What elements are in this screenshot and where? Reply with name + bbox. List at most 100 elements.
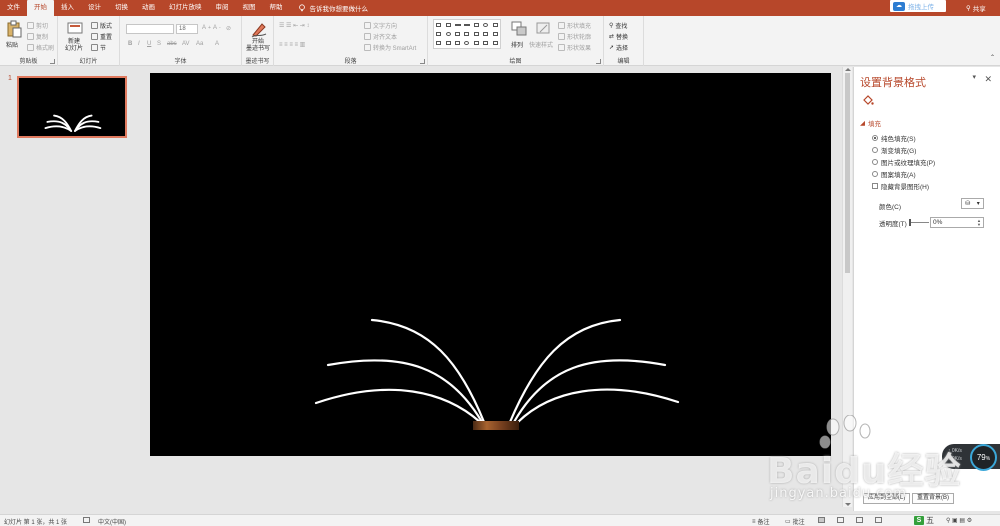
wooden-base xyxy=(473,421,519,430)
tab-home[interactable]: 开始 xyxy=(27,0,54,16)
find-button[interactable]: ⚲ 查找 xyxy=(609,21,627,30)
start-inking-button[interactable]: 开始 墨迹书写 xyxy=(246,39,270,53)
clear-format-icon[interactable]: ⊘ xyxy=(226,25,231,32)
triangle-down-icon: ◢ xyxy=(860,120,865,127)
language-indicator[interactable]: 中文(中国) xyxy=(98,517,126,526)
reset-button[interactable]: 重置 xyxy=(91,32,112,41)
transparency-slider-knob[interactable] xyxy=(909,219,911,226)
option-solid-fill[interactable]: 纯色填充(S) xyxy=(872,133,916,143)
radio-picture[interactable] xyxy=(872,159,878,165)
bold-button[interactable]: B xyxy=(128,41,132,47)
fill-bucket-icon[interactable] xyxy=(862,94,874,106)
underline-button[interactable]: U xyxy=(147,41,151,47)
pane-options-icon[interactable]: ▾ xyxy=(972,73,976,81)
grow-font-button[interactable]: A + A- xyxy=(202,25,221,31)
cursor-icon: ➚ xyxy=(609,45,615,51)
bullets-icon[interactable]: ☰ ☰ ⇤ ⇥ ↕ xyxy=(279,22,309,29)
ime-tray-icons[interactable]: ⚲ ▣ ▤ ⚙ xyxy=(946,517,972,524)
layout-button[interactable]: 版式 xyxy=(91,21,112,30)
text-direction-button[interactable]: 文字方向 xyxy=(364,21,397,30)
reading-view-icon[interactable] xyxy=(856,517,863,523)
comments-button[interactable]: ▭ 批注 xyxy=(785,517,805,526)
paste-button[interactable]: 粘贴 xyxy=(6,40,18,49)
cut-button[interactable]: 剪切 xyxy=(27,21,48,30)
italic-button[interactable]: I xyxy=(138,41,140,47)
tab-design[interactable]: 设计 xyxy=(81,0,108,16)
drag-upload-button[interactable]: ☁ 拖拽上传 xyxy=(890,0,946,12)
align-text-icon xyxy=(364,33,371,40)
layout-icon xyxy=(91,22,98,29)
search-icon: ⚲ xyxy=(609,23,614,29)
font-group: 18 A + A- ⊘ B I U S abc AV Aa A 字体 xyxy=(120,16,242,66)
share-button[interactable]: ⚲ 共享 xyxy=(966,3,986,13)
align-text-button[interactable]: 对齐文本 xyxy=(364,32,397,41)
thumbnail-lines xyxy=(44,114,102,132)
radio-solid[interactable] xyxy=(872,135,878,141)
font-size-field[interactable]: 18 xyxy=(176,24,198,34)
sogou-ime-icon[interactable]: S五 xyxy=(914,515,934,526)
select-button[interactable]: ➚ 选择 xyxy=(609,43,628,52)
quick-styles-button[interactable]: 快速样式 xyxy=(529,40,553,49)
radio-pattern[interactable] xyxy=(872,171,878,177)
tell-me-search[interactable]: 告诉我你想要做什么 xyxy=(298,3,368,13)
tab-slideshow[interactable]: 幻灯片放映 xyxy=(162,0,209,16)
slide-sorter-icon[interactable] xyxy=(837,517,844,523)
scroll-thumb[interactable] xyxy=(845,73,850,273)
font-color-button[interactable]: A xyxy=(215,41,219,47)
option-gradient-fill[interactable]: 渐变填充(G) xyxy=(872,145,916,155)
tab-insert[interactable]: 插入 xyxy=(54,0,81,16)
color-picker-button[interactable]: ⛁ ▾ xyxy=(961,198,984,209)
new-slide-icon xyxy=(67,22,83,34)
transparency-input[interactable]: 0% ▲ ▼ xyxy=(930,217,984,228)
normal-view-icon[interactable] xyxy=(818,517,825,523)
tab-help[interactable]: 帮助 xyxy=(263,0,290,16)
section-button[interactable]: 节 xyxy=(91,43,106,52)
new-slide-button[interactable]: 新建 幻灯片 xyxy=(65,39,83,53)
paragraph-launcher[interactable] xyxy=(420,59,425,64)
scroll-down-icon[interactable] xyxy=(845,503,851,506)
slideshow-view-icon[interactable] xyxy=(875,517,882,523)
clipboard-launcher[interactable] xyxy=(50,59,55,64)
accessibility-icon[interactable] xyxy=(83,517,90,523)
shape-effects-button[interactable]: 形状效果 xyxy=(558,43,591,52)
notes-button[interactable]: ≡ 备注 xyxy=(752,517,770,526)
font-name-field[interactable] xyxy=(126,24,174,34)
reset-background-button[interactable]: 重置背景(B) xyxy=(912,493,954,504)
change-case-button[interactable]: Aa xyxy=(196,41,203,47)
option-picture-fill[interactable]: 图片或纹理填充(P) xyxy=(872,157,935,167)
close-icon[interactable]: ✕ xyxy=(984,74,992,85)
slide-thumbnail[interactable] xyxy=(17,76,127,138)
cloud-icon: ☁ xyxy=(893,1,905,11)
smartart-button[interactable]: 转换为 SmartArt xyxy=(364,43,416,52)
vertical-scrollbar[interactable] xyxy=(842,67,852,507)
slide-canvas[interactable] xyxy=(150,73,831,456)
shape-outline-button[interactable]: 形状轮廓 xyxy=(558,32,591,41)
checkbox-hide[interactable] xyxy=(872,183,878,189)
scroll-up-icon[interactable] xyxy=(845,68,851,71)
shadow-button[interactable]: S xyxy=(157,41,161,47)
shapes-gallery[interactable] xyxy=(433,19,501,49)
shape-fill-button[interactable]: 形状填充 xyxy=(558,21,591,30)
radio-gradient[interactable] xyxy=(872,147,878,153)
arrange-button[interactable]: 排列 xyxy=(511,40,523,49)
tab-animations[interactable]: 动画 xyxy=(135,0,162,16)
align-icons[interactable]: ≡ ≡ ≡ ≡ ▥ xyxy=(279,41,305,48)
strike-button[interactable]: abc xyxy=(167,41,177,47)
spacing-button[interactable]: AV xyxy=(182,41,190,47)
slide-artwork xyxy=(314,318,680,430)
option-hide-background[interactable]: 隐藏背景图形(H) xyxy=(872,181,929,191)
ink-group: 开始 墨迹书写 墨迹书写 xyxy=(242,16,274,66)
transparency-slider[interactable] xyxy=(911,222,929,223)
drawing-launcher[interactable] xyxy=(596,59,601,64)
option-pattern-fill[interactable]: 图案填充(A) xyxy=(872,169,916,179)
fill-section-header[interactable]: ◢ 填充 xyxy=(860,118,881,128)
replace-button[interactable]: ⇄ 替换 xyxy=(609,32,628,41)
format-painter-button[interactable]: 格式刷 xyxy=(27,43,54,52)
copy-button[interactable]: 复制 xyxy=(27,32,48,41)
tab-file[interactable]: 文件 xyxy=(0,0,27,16)
spinner-icon[interactable]: ▲ ▼ xyxy=(977,219,981,227)
tab-transitions[interactable]: 切换 xyxy=(108,0,135,16)
collapse-ribbon-icon[interactable]: ⌃ xyxy=(990,54,995,61)
tab-review[interactable]: 审阅 xyxy=(209,0,236,16)
tab-view[interactable]: 视图 xyxy=(236,0,263,16)
